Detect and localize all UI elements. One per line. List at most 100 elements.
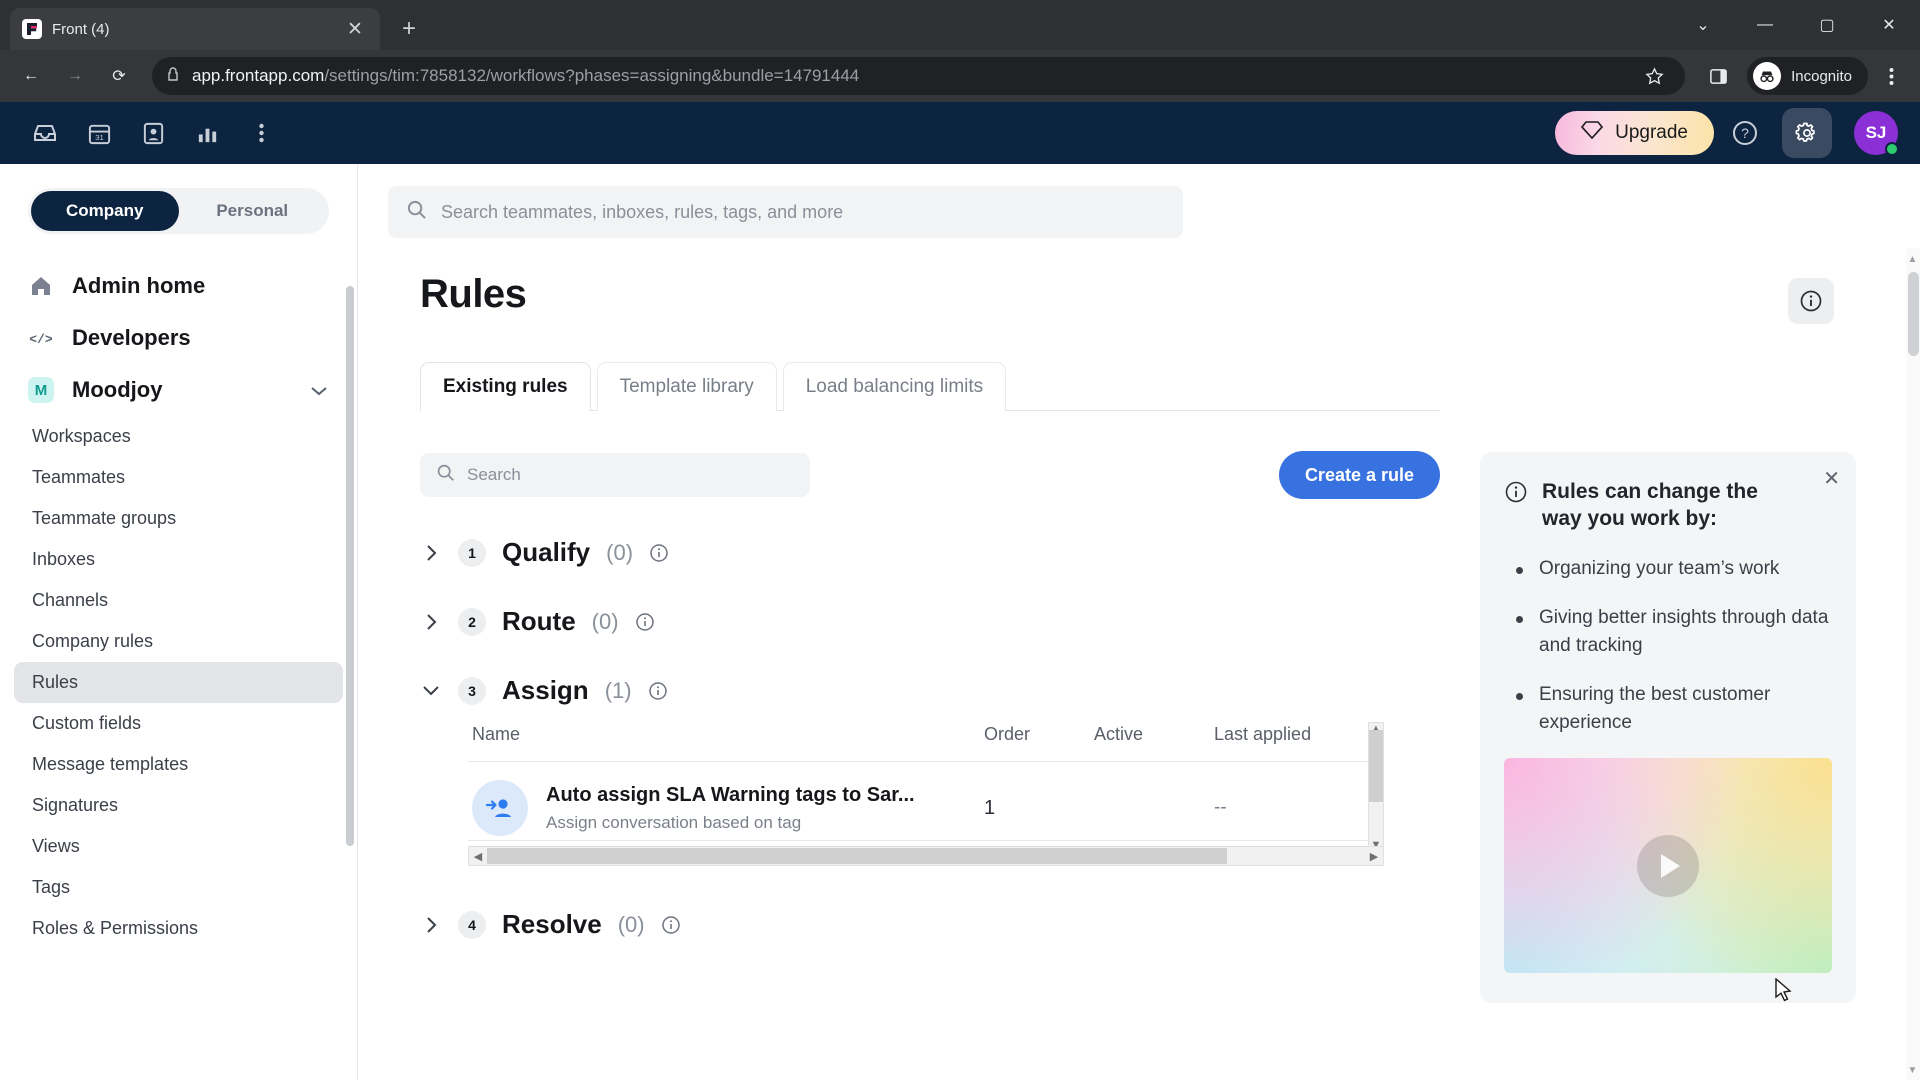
app-top-nav: 31 Upgrade ? SJ xyxy=(0,102,1920,164)
tab-template-library[interactable]: Template library xyxy=(596,362,777,411)
window-close-button[interactable]: ✕ xyxy=(1858,0,1920,50)
table-horizontal-scrollbar-thumb[interactable] xyxy=(487,848,1227,864)
sidebar-item-developers[interactable]: </> Developers xyxy=(0,312,357,364)
code-icon: </> xyxy=(28,329,54,347)
sidebar-item-admin-home[interactable]: Admin home xyxy=(0,260,357,312)
bullet-dot xyxy=(1516,566,1523,574)
info-icon[interactable] xyxy=(648,681,668,701)
scope-company-button[interactable]: Company xyxy=(31,191,179,231)
more-icon[interactable] xyxy=(238,112,284,154)
address-bar[interactable]: app.frontapp.com/settings/tim:7858132/wo… xyxy=(152,57,1686,95)
phase-header[interactable]: 4 Resolve (0) xyxy=(420,909,1440,940)
phase-name: Assign xyxy=(502,675,589,705)
calendar-icon[interactable]: 31 xyxy=(76,112,122,154)
phase-header[interactable]: 3 Assign (1) xyxy=(420,675,1440,706)
phase-header[interactable]: 2 Route (0) xyxy=(420,606,1440,637)
sidebar-item-rules[interactable]: Rules xyxy=(14,662,343,703)
search-icon xyxy=(406,199,427,225)
front-logo-icon xyxy=(22,19,42,39)
info-icon[interactable] xyxy=(635,612,655,632)
close-icon[interactable]: ✕ xyxy=(1823,466,1840,491)
column-name: Name xyxy=(472,724,521,744)
info-icon[interactable] xyxy=(661,915,681,935)
page-content: Rules Existing rules Template library Lo… xyxy=(358,248,1920,1080)
contacts-icon[interactable] xyxy=(130,112,176,154)
chevron-down-icon[interactable] xyxy=(309,377,329,403)
incognito-label: Incognito xyxy=(1791,67,1852,85)
sidebar-item-signatures[interactable]: Signatures xyxy=(14,785,343,826)
scope-personal-button[interactable]: Personal xyxy=(179,191,327,231)
three-dot-menu-icon[interactable] xyxy=(1874,57,1908,95)
forward-icon[interactable]: → xyxy=(56,57,94,95)
sidebar-scrollbar-thumb[interactable] xyxy=(346,286,354,846)
table-header: Name Order Active Last applied xyxy=(468,724,1368,762)
list-item: Ensuring the best customer experience xyxy=(1516,681,1832,736)
close-icon[interactable]: ✕ xyxy=(342,16,368,42)
scroll-down-arrow-icon[interactable]: ▼ xyxy=(1907,1065,1918,1076)
rule-text-block: Auto assign SLA Warning tags to Sar... A… xyxy=(546,784,984,833)
sidebar-item-roles-permissions[interactable]: Roles & Permissions xyxy=(14,908,343,949)
info-panel-title: Rules can change the way you work by: xyxy=(1542,480,1758,531)
play-icon[interactable] xyxy=(1637,834,1699,897)
info-panel-bullets: Organizing your team’s work Giving bette… xyxy=(1516,555,1832,737)
phase-header[interactable]: 1 Qualify (0) xyxy=(420,537,1440,568)
collapse-button[interactable]: ⌄ xyxy=(1672,0,1734,50)
maximize-button[interactable]: ▢ xyxy=(1796,0,1858,50)
rule-description: Assign conversation based on tag xyxy=(546,812,802,832)
chevron-right-icon[interactable] xyxy=(420,543,442,563)
new-tab-button[interactable]: + xyxy=(392,12,426,46)
gear-icon[interactable] xyxy=(1782,108,1832,158)
sidebar-item-custom-fields[interactable]: Custom fields xyxy=(14,703,343,744)
search-input[interactable]: Search teammates, inboxes, rules, tags, … xyxy=(388,186,1183,238)
sidebar-item-company-rules[interactable]: Company rules xyxy=(14,621,343,662)
info-panel-header: Rules can change the way you work by: xyxy=(1504,478,1832,533)
sidebar-item-workspaces[interactable]: Workspaces xyxy=(14,416,343,457)
chevron-down-icon[interactable] xyxy=(420,684,442,697)
create-rule-button[interactable]: Create a rule xyxy=(1278,451,1440,499)
page-info-button[interactable] xyxy=(1788,278,1834,324)
side-panel-icon[interactable] xyxy=(1699,57,1737,95)
scroll-up-arrow-icon[interactable]: ▲ xyxy=(1907,254,1918,265)
minimize-button[interactable]: — xyxy=(1734,0,1796,50)
main-scrollbar-thumb[interactable] xyxy=(1908,272,1919,356)
table-horizontal-scrollbar[interactable]: ◀ ▶ xyxy=(468,846,1384,866)
back-icon[interactable]: ← xyxy=(12,57,50,95)
sidebar-item-tags[interactable]: Tags xyxy=(14,867,343,908)
scroll-right-arrow-icon[interactable]: ▶ xyxy=(1365,850,1383,863)
table-vertical-scrollbar-thumb[interactable] xyxy=(1369,730,1383,802)
video-thumbnail[interactable] xyxy=(1504,758,1832,974)
browser-tab[interactable]: Front (4) ✕ xyxy=(10,8,380,50)
toggle-knob xyxy=(1067,811,1091,835)
sidebar-item-channels[interactable]: Channels xyxy=(14,580,343,621)
rules-search-input[interactable]: Search xyxy=(420,453,810,497)
chevron-right-icon[interactable] xyxy=(420,612,442,632)
tab-existing-rules[interactable]: Existing rules xyxy=(420,362,591,411)
inbox-icon[interactable] xyxy=(22,112,68,154)
bullet-dot xyxy=(1516,616,1523,624)
star-icon[interactable] xyxy=(1635,57,1673,95)
sidebar-item-inboxes[interactable]: Inboxes xyxy=(14,539,343,580)
tab-title: Front (4) xyxy=(52,20,110,38)
lock-icon xyxy=(166,66,180,87)
main-scrollbar-track[interactable] xyxy=(1906,248,1920,1080)
avatar[interactable]: SJ xyxy=(1854,111,1899,156)
incognito-badge[interactable]: Incognito xyxy=(1747,57,1868,95)
sidebar-group-moodjoy[interactable]: M Moodjoy xyxy=(0,364,357,416)
analytics-icon[interactable] xyxy=(184,112,230,154)
sidebar-item-message-templates[interactable]: Message templates xyxy=(14,744,343,785)
tab-load-balancing-limits[interactable]: Load balancing limits xyxy=(782,362,1007,411)
upgrade-button[interactable]: Upgrade xyxy=(1555,111,1714,155)
sidebar-item-teammates[interactable]: Teammates xyxy=(14,457,343,498)
help-circle-icon[interactable]: ? xyxy=(1722,110,1768,156)
sidebar-item-teammate-groups[interactable]: Teammate groups xyxy=(14,498,343,539)
rules-toolbar: Search Create a rule xyxy=(420,451,1440,499)
scroll-left-arrow-icon[interactable]: ◀ xyxy=(469,850,487,863)
table-row[interactable]: Auto assign SLA Warning tags to Sar... A… xyxy=(468,762,1368,836)
avatar-initials: SJ xyxy=(1865,123,1887,142)
chevron-right-icon[interactable] xyxy=(420,915,442,935)
url-path: /settings/tim:7858132/workflows?phases=a… xyxy=(324,66,860,85)
reload-icon[interactable]: ⟳ xyxy=(100,57,138,95)
info-icon[interactable] xyxy=(649,543,669,563)
sidebar-item-views[interactable]: Views xyxy=(14,826,343,867)
rules-search-placeholder: Search xyxy=(467,465,521,484)
